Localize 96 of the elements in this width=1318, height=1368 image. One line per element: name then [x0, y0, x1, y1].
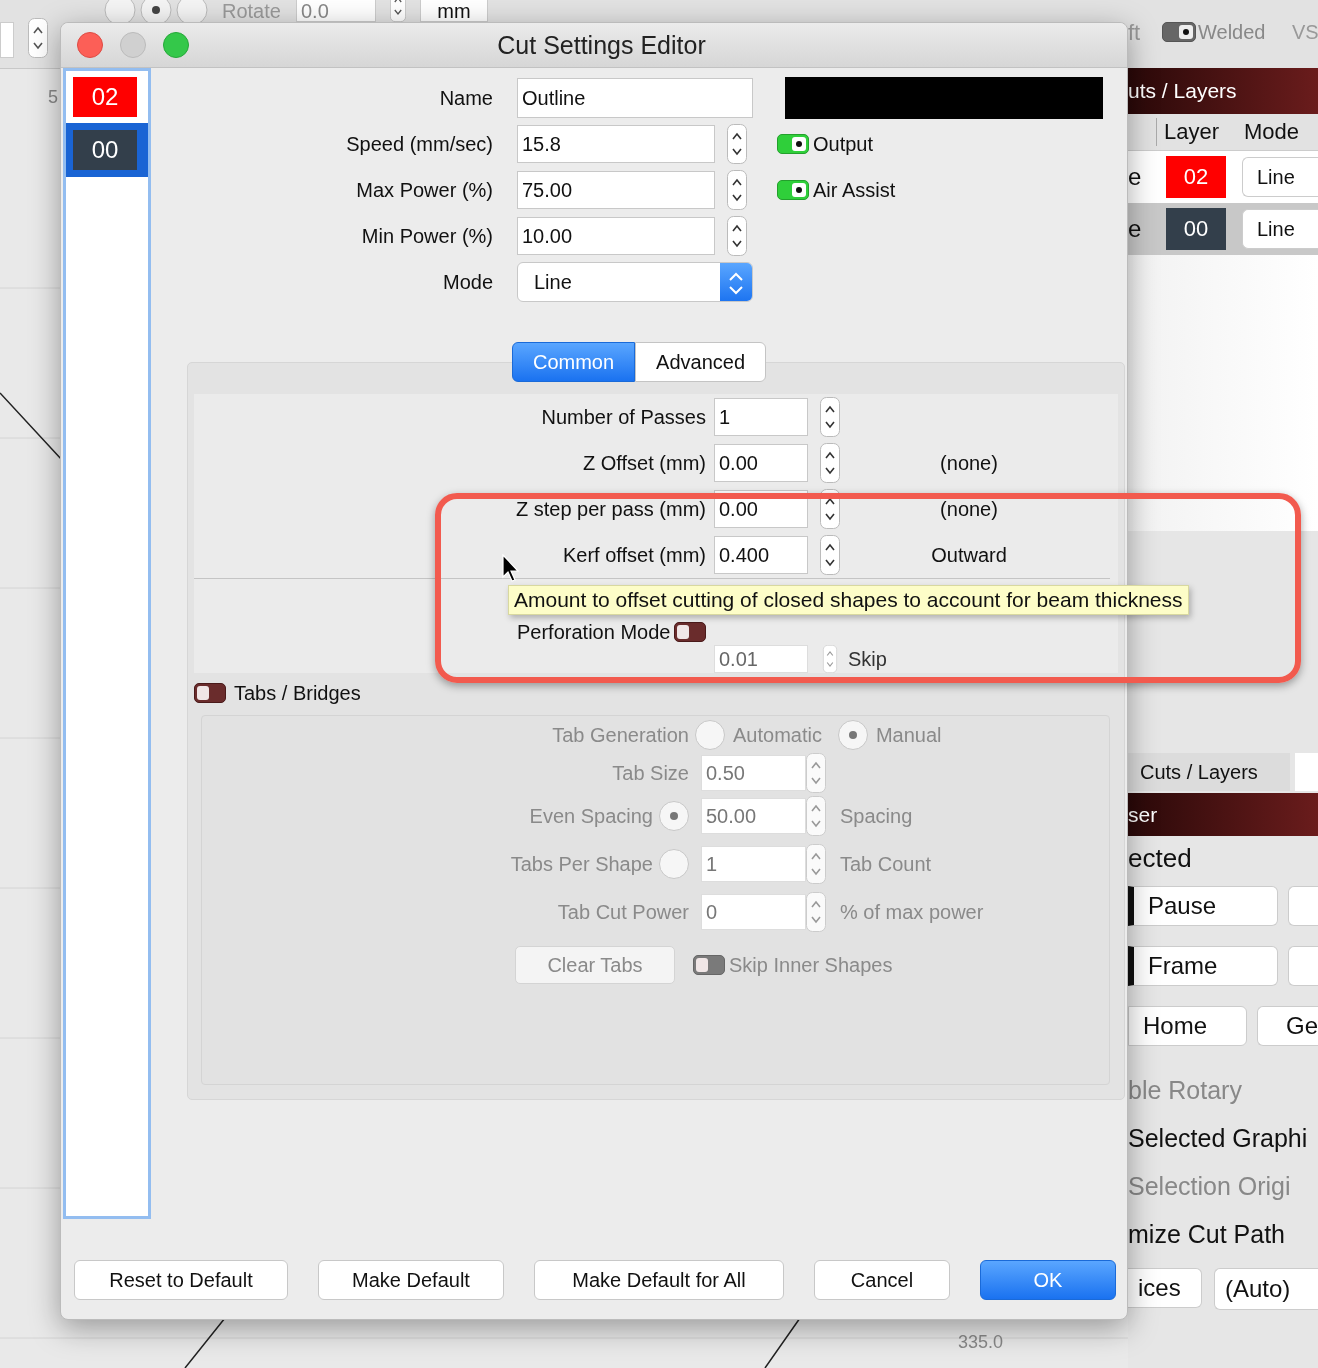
dialog-button[interactable]: Reset to Default: [74, 1260, 288, 1300]
welded-label: Welded: [1198, 21, 1266, 44]
number-field[interactable]: 0.01: [714, 645, 808, 673]
layer-item[interactable]: 02: [66, 71, 148, 123]
field-label: Max Power (%): [355, 178, 493, 202]
toggle-switch[interactable]: [777, 180, 809, 200]
option-label: VS: [1292, 21, 1318, 44]
number-field[interactable]: 0.00: [714, 444, 808, 482]
panel-button[interactable]: Frame: [1128, 946, 1278, 986]
unit-dropdown[interactable]: mm: [420, 0, 488, 22]
field-label: Mode: [441, 270, 493, 294]
number-field[interactable]: 10.00: [517, 217, 715, 255]
setting-label: Tab Size: [612, 761, 689, 785]
tab[interactable]: Advanced: [635, 342, 767, 382]
panel-button[interactable]: Pause: [1128, 886, 1278, 926]
column-title: Mode: [1244, 119, 1300, 145]
tooltip: Amount to offset cutting of closed shapes to account for beam thickness: [508, 585, 1189, 615]
toggle-switch[interactable]: [777, 134, 809, 154]
layer-chip: 02: [73, 77, 137, 117]
panel-button[interactable]: ices: [1128, 1268, 1202, 1308]
panel-title: ser: [1128, 802, 1158, 827]
layer-chip[interactable]: 02: [1166, 156, 1226, 198]
stepper-button[interactable]: [820, 397, 840, 437]
name-field[interactable]: Outline: [517, 78, 753, 118]
number-field[interactable]: 75.00: [517, 171, 715, 209]
stepper-button[interactable]: [727, 124, 747, 164]
stepper-button[interactable]: [727, 216, 747, 256]
stepper-button[interactable]: [820, 535, 840, 575]
setting-label: Number of Passes: [540, 405, 707, 429]
column-title: Layer: [1164, 119, 1220, 145]
panel-button[interactable]: (Auto): [1214, 1268, 1318, 1310]
stepper-button[interactable]: [727, 170, 747, 210]
panel-title: uts / Layers: [1128, 79, 1237, 103]
setting-note: Skip: [848, 647, 887, 670]
dialog-button[interactable]: Make Default for All: [534, 1260, 784, 1300]
setting-label: Tab Cut Power: [557, 900, 689, 924]
number-field[interactable]: 15.8: [517, 125, 715, 163]
section-label: Tabs / Bridges: [234, 681, 361, 705]
panel-tab[interactable]: Cuts / Layers: [1128, 753, 1290, 791]
panel-button[interactable]: Home: [1128, 1006, 1247, 1046]
setting-note: (none): [940, 497, 998, 520]
dialog-button[interactable]: Cancel: [814, 1260, 950, 1300]
chevron-icon[interactable]: [720, 263, 752, 301]
panel-option[interactable]: mize Cut Path: [1128, 1210, 1318, 1258]
option-label: ft: [1128, 20, 1141, 46]
setting-note: Tab Count: [840, 852, 932, 875]
mode-dropdown[interactable]: Line: [517, 262, 753, 302]
field-label: Min Power (%): [360, 224, 493, 248]
dialog-button[interactable]: Make Default: [318, 1260, 504, 1300]
cursor-icon: [502, 554, 522, 584]
radio-group-icon[interactable]: [104, 0, 208, 24]
ruler-label: 5: [48, 87, 58, 108]
setting-label: Z step per pass (mm): [514, 497, 707, 521]
close-icon[interactable]: [77, 32, 103, 58]
toggle-switch[interactable]: [1162, 22, 1196, 42]
stepper-button[interactable]: [820, 443, 840, 483]
setting-label: Z Offset (mm): [582, 451, 707, 475]
switch-label: Output: [813, 132, 874, 156]
layer-row[interactable]: e 00 Line: [1128, 203, 1318, 255]
status-text: ected: [1128, 841, 1193, 875]
radio-label: Manual: [875, 723, 942, 747]
ruler-label: 335.0: [958, 1332, 1004, 1353]
setting-note: Outward: [931, 543, 1007, 566]
rotate-label: Rotate: [222, 0, 281, 23]
field-label: Name: [438, 86, 493, 110]
input-field[interactable]: [0, 22, 14, 58]
setting-label: Perforation Mode: [517, 620, 671, 644]
panel-button[interactable]: Ge: [1257, 1006, 1318, 1046]
toggle-switch[interactable]: [674, 622, 707, 642]
layer-row[interactable]: e 02 Line: [1128, 151, 1318, 203]
setting-note: % of max power: [840, 900, 984, 923]
setting-label: Tab Generation: [551, 723, 689, 747]
setting-note: Spacing: [840, 804, 913, 827]
setting-label: Kerf offset (mm): [562, 543, 707, 567]
number-field[interactable]: 0.400: [714, 536, 808, 574]
switch-label: Skip Inner Shapes: [729, 953, 893, 977]
zoom-icon[interactable]: [163, 32, 189, 58]
layer-name: e: [1128, 163, 1143, 191]
field-label: Speed (mm/sec): [345, 132, 493, 156]
window-title: Cut Settings Editor: [496, 30, 707, 60]
layer-item[interactable]: 00: [66, 123, 148, 177]
layer-chip[interactable]: 00: [1166, 208, 1226, 250]
setting-note: (none): [940, 451, 998, 474]
panel-option[interactable]: Selected Graphi: [1128, 1114, 1318, 1162]
setting-label: Even Spacing: [529, 804, 653, 828]
radio-label: Automatic: [733, 723, 822, 747]
setting-label: Tabs Per Shape: [510, 852, 653, 876]
number-field[interactable]: 1: [714, 398, 808, 436]
stepper-button[interactable]: [28, 18, 48, 58]
color-swatch[interactable]: [785, 77, 1103, 119]
switch-label: Air Assist: [813, 178, 896, 202]
mode-dropdown[interactable]: Line: [1242, 157, 1318, 197]
layer-name: e: [1128, 215, 1143, 243]
mode-dropdown[interactable]: Line: [1242, 209, 1318, 249]
layer-chip: 00: [73, 130, 137, 170]
rotate-field[interactable]: 0.0: [296, 0, 376, 22]
